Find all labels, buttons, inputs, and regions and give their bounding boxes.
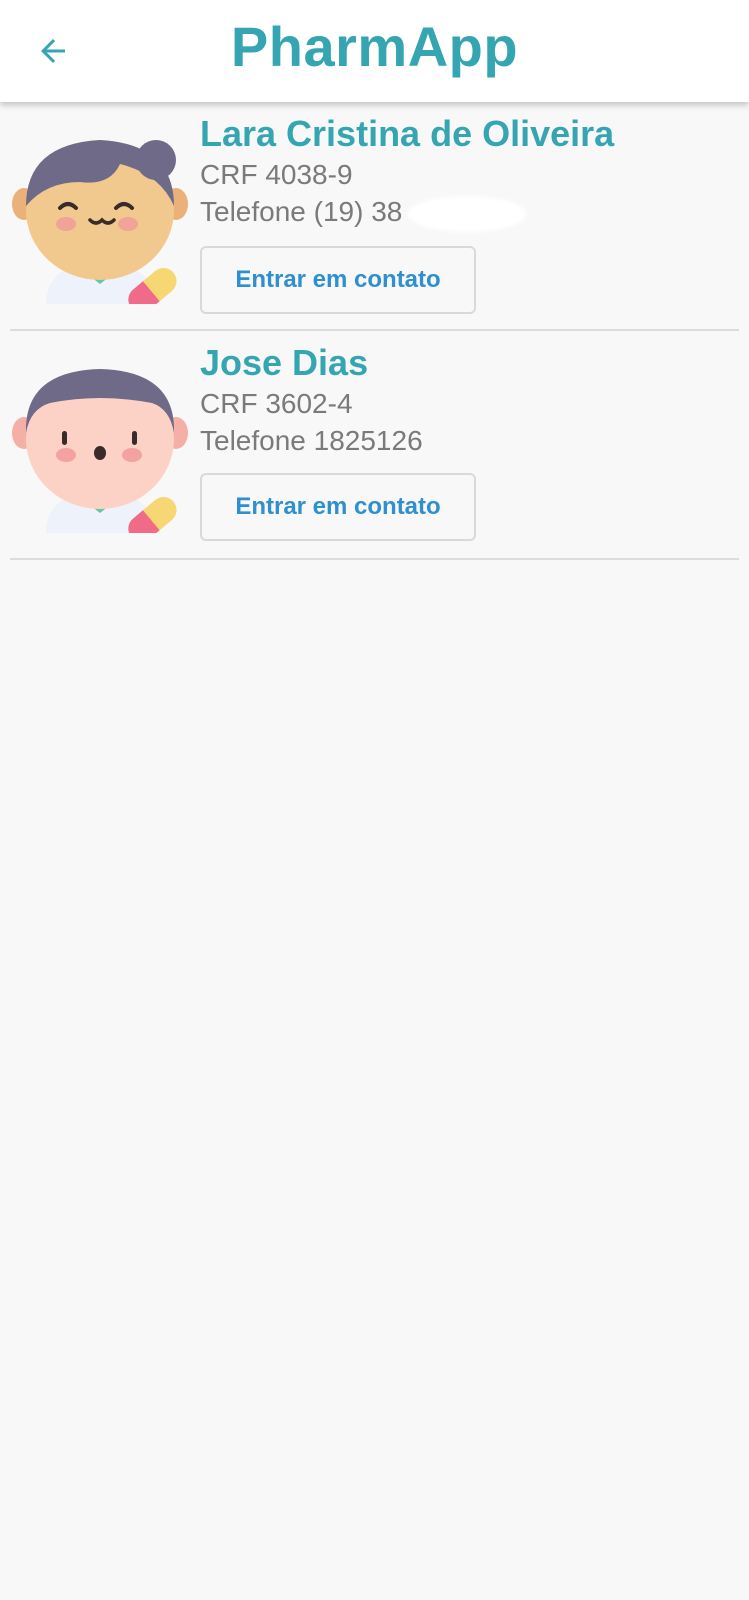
pharmacist-info: Lara Cristina de Oliveira CRF 4038-9 Tel… xyxy=(200,112,614,314)
pharmacist-crf: CRF 3602-4 xyxy=(200,388,353,419)
contact-button[interactable]: Entrar em contato xyxy=(200,473,476,541)
pharmacist-phone: Telefone 1825126 xyxy=(200,425,423,456)
app-bar: PharmApp xyxy=(0,0,749,102)
app-title: PharmApp xyxy=(230,15,519,78)
pharmacist-info: Jose Dias CRF 3602-4 Telefone 1825126 En… xyxy=(200,341,476,541)
pharmacist-phone: Telefone (19) 38 xyxy=(200,193,614,232)
pharmacist-card: Jose Dias CRF 3602-4 Telefone 1825126 En… xyxy=(10,331,739,560)
female-pharmacist-avatar-icon xyxy=(12,140,188,304)
phone-text: Telefone (19) 38 xyxy=(200,196,403,227)
pharmacist-card: Lara Cristina de Oliveira CRF 4038-9 Tel… xyxy=(10,102,739,331)
pharmacist-name: Jose Dias xyxy=(200,342,369,383)
redaction-blur xyxy=(408,195,527,232)
pharmacist-crf: CRF 4038-9 xyxy=(200,159,353,190)
contact-button[interactable]: Entrar em contato xyxy=(200,245,476,314)
pharmacist-list: Lara Cristina de Oliveira CRF 4038-9 Tel… xyxy=(0,102,749,560)
pharmacist-name: Lara Cristina de Oliveira xyxy=(200,113,615,154)
male-pharmacist-avatar-icon xyxy=(12,369,188,533)
